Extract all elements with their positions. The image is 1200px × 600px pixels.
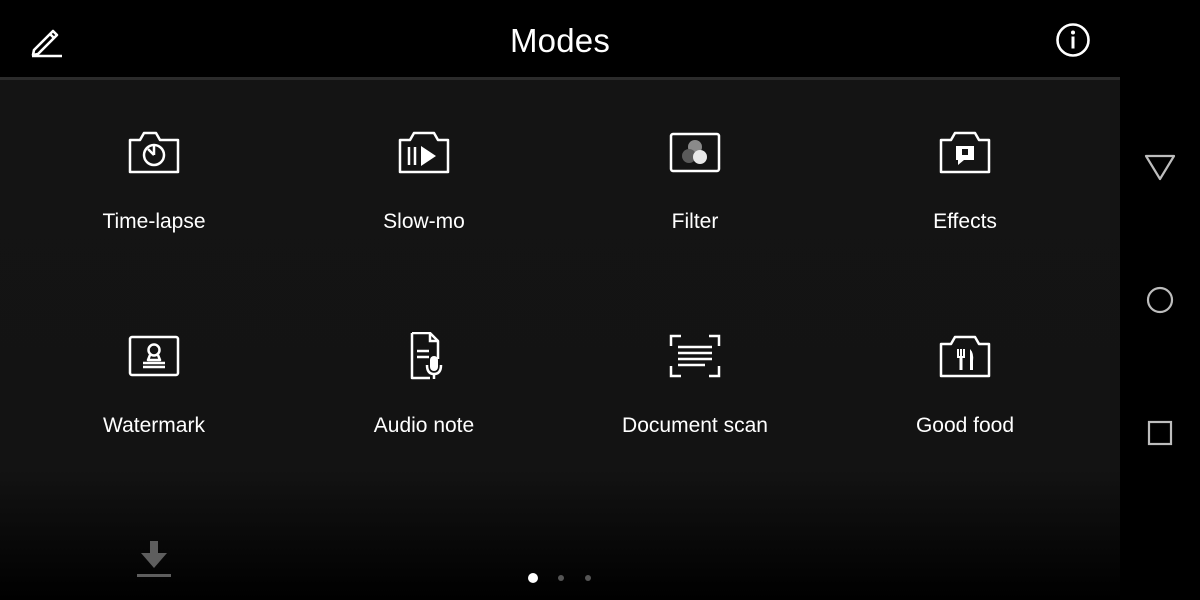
document-scan-icon — [669, 334, 721, 378]
mode-label: Slow-mo — [383, 210, 465, 233]
time-lapse-icon — [128, 131, 180, 174]
page-title: Modes — [509, 22, 611, 59]
info-icon[interactable] — [1055, 22, 1091, 58]
good-food-icon — [939, 335, 991, 378]
page-dot — [585, 575, 591, 581]
triangle-back-icon[interactable] — [1142, 148, 1178, 184]
square-recents-icon[interactable] — [1142, 415, 1178, 451]
mode-label: Watermark — [103, 414, 205, 437]
mode-filter[interactable]: Filter — [560, 80, 830, 280]
slow-mo-icon — [398, 131, 450, 174]
effects-icon — [939, 131, 991, 174]
top-bar: Modes — [0, 0, 1120, 80]
navigation-bar — [1120, 0, 1200, 600]
mode-document-scan[interactable]: Document scan — [560, 284, 830, 484]
modes-grid: Time-lapse Slow-mo Filter Effects Waterm… — [0, 80, 1120, 490]
mode-label: Filter — [671, 210, 719, 233]
mode-label: Good food — [915, 414, 1015, 437]
mode-audio-note[interactable]: Audio note — [289, 284, 559, 484]
audio-note-icon — [410, 332, 443, 380]
page-indicator — [520, 570, 600, 586]
circle-home-icon[interactable] — [1142, 282, 1178, 318]
download-icon[interactable] — [133, 538, 175, 580]
mode-effects[interactable]: Effects — [830, 80, 1100, 280]
watermark-icon — [128, 335, 180, 377]
page-dot-active — [528, 573, 538, 583]
filter-icon — [669, 132, 721, 173]
mode-slow-mo[interactable]: Slow-mo — [289, 80, 559, 280]
mode-watermark[interactable]: Watermark — [19, 284, 289, 484]
modes-screen: Modes Time-lapse Slow-mo Filter Effects … — [0, 0, 1120, 600]
page-dot — [558, 575, 564, 581]
mode-good-food[interactable]: Good food — [830, 284, 1100, 484]
mode-label: Document scan — [622, 414, 768, 437]
mode-label: Time-lapse — [102, 210, 206, 233]
mode-label: Effects — [933, 210, 997, 233]
mode-label: Audio note — [373, 414, 475, 437]
mode-time-lapse[interactable]: Time-lapse — [19, 80, 289, 280]
